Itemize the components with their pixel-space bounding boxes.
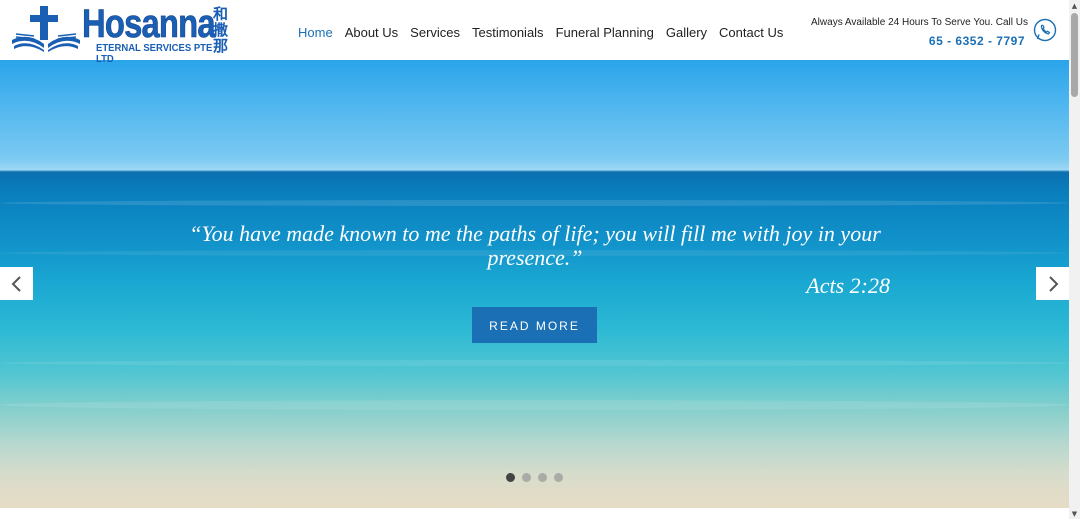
site-header: Hosanna ETERNAL SERVICES PTE LTD 和撒那 Hom… xyxy=(0,0,1069,65)
slider-dots xyxy=(506,473,563,482)
whatsapp-phone-icon[interactable] xyxy=(1033,18,1057,42)
hero-slider: “You have made known to me the paths of … xyxy=(0,60,1069,508)
slider-dot[interactable] xyxy=(554,473,563,482)
nav-item-services[interactable]: Services xyxy=(404,24,466,41)
slider-prev-button[interactable] xyxy=(0,267,33,300)
sea-wave xyxy=(0,200,1069,206)
phone-number[interactable]: 65 - 6352 - 7797 xyxy=(811,34,1025,48)
nav-item-about-us[interactable]: About Us xyxy=(339,24,404,41)
scrollbar-thumb[interactable] xyxy=(1071,13,1078,97)
scroll-down-icon[interactable]: ▼ xyxy=(1069,508,1080,519)
main-nav: Home About Us Services Testimonials Fune… xyxy=(292,24,789,41)
logo[interactable]: Hosanna ETERNAL SERVICES PTE LTD 和撒那 xyxy=(10,2,232,65)
slider-next-button[interactable] xyxy=(1036,267,1069,300)
slider-dot[interactable] xyxy=(538,473,547,482)
read-more-button[interactable]: READ MORE xyxy=(472,307,597,343)
nav-item-contact-us[interactable]: Contact Us xyxy=(713,24,789,41)
slider-dot[interactable] xyxy=(522,473,531,482)
chevron-left-icon xyxy=(11,275,21,292)
brand-name: Hosanna xyxy=(82,2,216,46)
hero-quote-reference: Acts 2:28 xyxy=(806,273,890,298)
nav-item-funeral-planning[interactable]: Funeral Planning xyxy=(550,24,660,41)
slider-dot[interactable] xyxy=(506,473,515,482)
nav-item-gallery[interactable]: Gallery xyxy=(660,24,713,41)
nav-item-home[interactable]: Home xyxy=(292,24,339,41)
brand-subtitle: ETERNAL SERVICES PTE LTD xyxy=(96,43,213,65)
sea-wave xyxy=(0,400,1069,410)
page-scrollbar[interactable]: ▲ ▼ xyxy=(1069,0,1080,519)
brand-cjk: 和撒那 xyxy=(213,5,229,55)
header-contact: Always Available 24 Hours To Serve You. … xyxy=(811,16,1028,48)
content-start xyxy=(0,508,1069,519)
hero-quote: “You have made known to me the paths of … xyxy=(189,221,881,270)
sea-wave xyxy=(0,360,1069,366)
chevron-right-icon xyxy=(1048,275,1058,292)
availability-text: Always Available 24 Hours To Serve You. … xyxy=(811,17,1028,28)
page: Hosanna ETERNAL SERVICES PTE LTD 和撒那 Hom… xyxy=(0,0,1080,519)
scroll-up-icon[interactable]: ▲ xyxy=(1069,0,1080,11)
cross-book-icon xyxy=(12,6,80,52)
nav-item-testimonials[interactable]: Testimonials xyxy=(466,24,550,41)
